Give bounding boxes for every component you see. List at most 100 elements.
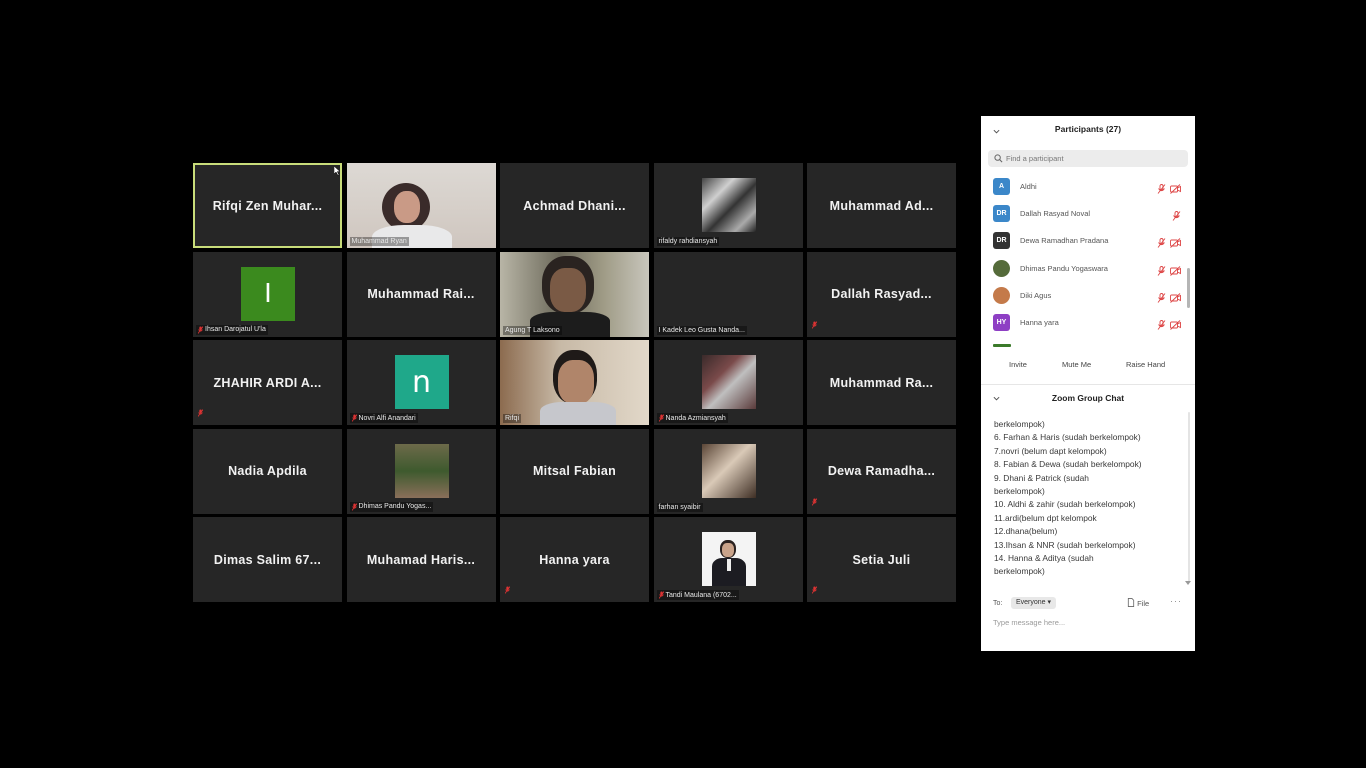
participant-name: Achmad Dhani...	[523, 198, 626, 213]
profile-photo	[701, 355, 756, 409]
participant-video	[346, 163, 496, 248]
video-tile[interactable]: Dhimas Pandu Yogas...	[346, 428, 496, 514]
participant-row[interactable]: Diki Agus	[993, 286, 1183, 306]
participants-scrollbar[interactable]	[1187, 268, 1190, 308]
video-tile[interactable]: I Ihsan Darojatul U'la	[193, 251, 342, 337]
file-button[interactable]: File	[1127, 598, 1149, 608]
recipient-dropdown[interactable]: Everyone ▾	[1011, 597, 1057, 609]
participant-row[interactable]: DR Dewa Ramadhan Pradana	[993, 231, 1183, 251]
participant-name: Dewa Ramadha...	[827, 464, 936, 478]
invite-button[interactable]: Invite	[1009, 360, 1027, 369]
participant-row[interactable]: DR Dallah Rasyad Noval	[993, 204, 1183, 224]
participant-name: Rifqi Zen Muhar...	[212, 198, 323, 213]
profile-photo	[394, 443, 449, 498]
profile-photo	[701, 443, 756, 498]
participant-label: Rifqi	[503, 414, 522, 423]
video-tile[interactable]: Muhamad Haris...	[346, 517, 496, 602]
chat-line: berkelompok)	[994, 419, 1045, 429]
participant-label: Ihsan Darojatul U'la	[196, 324, 268, 335]
video-tile[interactable]: rifaldy rahdiansyah	[653, 163, 803, 248]
video-tile[interactable]: n Novri Alfi Anandari	[346, 340, 496, 425]
muted-mic-icon	[504, 581, 511, 599]
video-tile[interactable]: farhan syaibir	[653, 428, 803, 514]
chat-line: 8. Fabian & Dewa (sudah berkelompok)	[994, 459, 1142, 470]
chat-line: berkelompok)	[994, 566, 1045, 577]
profile-photo	[701, 532, 756, 586]
participant-name: Muhammad Rai...	[367, 287, 475, 301]
video-tile[interactable]: Rifqi Zen Muhar...	[193, 163, 342, 248]
mute-me-button[interactable]: Mute Me	[1062, 360, 1091, 369]
participant-name: Muhammad Ra...	[829, 375, 934, 390]
participant-status-icons	[1157, 235, 1181, 253]
participant-name: Tandi Maulana (6702...	[665, 591, 737, 599]
participant-row[interactable]: Dhimas Pandu Yogaswara	[993, 259, 1183, 279]
chat-line: 10. Aldhi & zahir (sudah berkelompok)	[994, 499, 1136, 510]
participant-label: Tandi Maulana (6702...	[656, 590, 739, 600]
participant-name: Diki Agus	[1020, 290, 1052, 300]
chat-scrollbar[interactable]	[1188, 412, 1190, 582]
video-tile[interactable]: Nadia Apdila	[193, 428, 342, 514]
video-tile[interactable]: Rifqi	[500, 340, 649, 425]
chat-line: 6. Farhan & Haris (sudah berkelompok)	[994, 432, 1141, 443]
participant-row[interactable]: A Aldhi	[993, 177, 1183, 197]
divider	[981, 384, 1195, 385]
participant-label: rifaldy rahdiansyah	[656, 237, 720, 246]
video-tile[interactable]: Mitsal Fabian	[500, 428, 649, 514]
video-tile[interactable]: Muhammad Ad...	[807, 163, 956, 248]
chat-line: 11.ardi(belum dpt kelompok	[994, 512, 1097, 523]
muted-mic-icon	[351, 502, 357, 511]
video-tile[interactable]: Dewa Ramadha...	[807, 428, 956, 514]
participant-label: farhan syaibir	[656, 502, 703, 512]
raise-hand-button[interactable]: Raise Hand	[1126, 360, 1165, 369]
muted-mic-icon	[197, 404, 204, 422]
participant-status-icons	[1157, 263, 1181, 281]
video-off-icon	[1170, 317, 1181, 335]
participant-label: I Kadek Leo Gusta Nanda...	[656, 325, 747, 335]
participant-name: Dewa Ramadhan Pradana	[1020, 236, 1109, 246]
file-icon	[1127, 598, 1135, 607]
muted-mic-icon	[658, 414, 664, 422]
video-tile[interactable]: Muhammad Ryan	[346, 163, 496, 248]
participant-name: I Kadek Leo Gusta Nanda...	[658, 326, 745, 334]
muted-mic-icon	[198, 325, 203, 334]
participant-name: Dallah Rasyad...	[831, 287, 932, 301]
muted-mic-icon	[1172, 208, 1181, 226]
participant-search[interactable]: Find a participant	[988, 150, 1188, 167]
message-input[interactable]: Type message here...	[993, 618, 1065, 627]
recipient-value: Everyone	[1016, 599, 1046, 606]
participant-name: rifaldy rahdiansyah	[658, 238, 718, 245]
video-tile[interactable]: Achmad Dhani...	[500, 163, 649, 248]
participant-name: Aldhi	[1020, 182, 1037, 191]
video-tile[interactable]: Tandi Maulana (6702...	[653, 517, 803, 602]
muted-mic-icon	[811, 493, 818, 511]
video-tile[interactable]: Agung T Laksono	[500, 251, 649, 337]
muted-mic-icon	[1157, 290, 1166, 308]
video-tile[interactable]: I Kadek Leo Gusta Nanda...	[653, 251, 803, 337]
participant-name: Dhimas Pandu Yogaswara	[1020, 263, 1108, 273]
participant-status-icons	[1157, 317, 1181, 335]
search-input[interactable]: Find a participant	[1006, 154, 1064, 163]
file-label: File	[1137, 599, 1150, 608]
list-item-partial	[993, 344, 1011, 347]
participant-video	[500, 251, 649, 337]
participant-avatar: DR	[993, 232, 1010, 250]
participant-name: Agung T Laksono	[505, 326, 560, 334]
participant-row[interactable]: HY Hanna yara	[993, 313, 1183, 333]
video-tile[interactable]: Setia Juli	[807, 517, 956, 602]
participant-name: Ihsan Darojatul U'la	[205, 326, 266, 333]
video-tile[interactable]: Dallah Rasyad...	[807, 251, 956, 337]
video-tile[interactable]: ZHAHIR ARDI A...	[193, 340, 342, 425]
video-tile[interactable]: Hanna yara	[500, 517, 649, 602]
muted-mic-icon	[1157, 263, 1166, 281]
video-tile[interactable]: Muhammad Rai...	[346, 251, 496, 337]
video-tile[interactable]: Nanda Azmiansyah	[653, 340, 803, 425]
scroll-down-arrow-icon[interactable]	[1185, 581, 1191, 586]
chat-line: 7.novri (belum dapt kelompok)	[994, 445, 1107, 456]
muted-mic-icon	[1157, 317, 1166, 335]
video-tile[interactable]: Muhammad Ra...	[807, 340, 956, 425]
more-options-button[interactable]: ···	[1170, 596, 1182, 606]
participant-avatar: DR	[993, 205, 1010, 223]
participant-name: Muhammad Ryan	[351, 238, 407, 245]
participant-avatar: I	[241, 266, 295, 321]
video-tile[interactable]: Dimas Salim 67...	[193, 517, 342, 602]
